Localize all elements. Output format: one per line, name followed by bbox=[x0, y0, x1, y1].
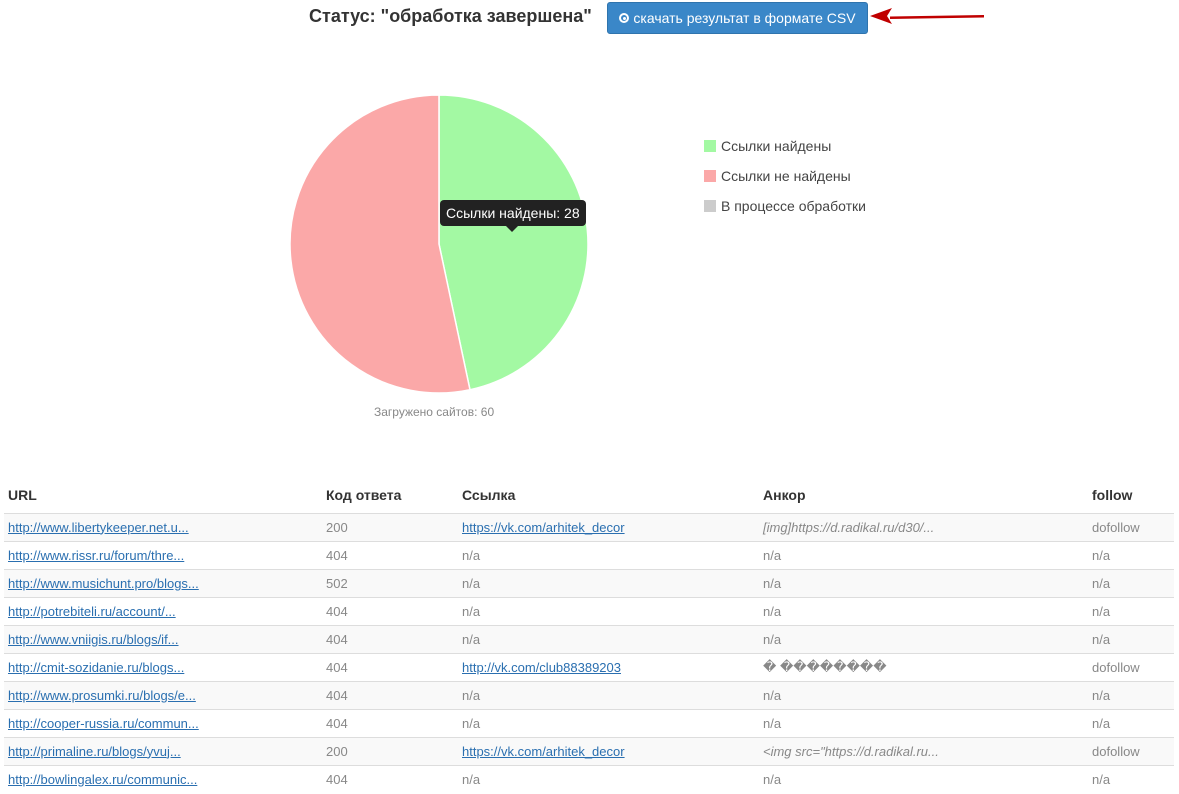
column-header-follow[interactable]: follow bbox=[1088, 478, 1174, 514]
anchor-cell: n/a bbox=[759, 596, 1088, 625]
table-row: http://www.rissr.ru/forum/thre... 404 n/a n… bbox=[4, 540, 1174, 569]
column-header-link[interactable]: Ссылка bbox=[458, 478, 759, 514]
response-code-cell: 404 bbox=[322, 540, 458, 569]
table-row: http://potrebiteli.ru/account/... 404 n/a n… bbox=[4, 596, 1174, 625]
url-link[interactable]: http://www.vniigis.ru/blogs/if... bbox=[8, 632, 179, 647]
anchor-cell: n/a bbox=[759, 764, 1088, 793]
anchor-cell: � �������� bbox=[759, 652, 1088, 681]
response-code-cell: 200 bbox=[322, 736, 458, 765]
legend-swatch bbox=[704, 200, 716, 212]
follow-cell: dofollow bbox=[1088, 652, 1174, 681]
red-arrow-icon bbox=[870, 8, 984, 24]
follow-cell: n/a bbox=[1088, 540, 1174, 569]
follow-cell: dofollow bbox=[1088, 736, 1174, 765]
url-cell: http://potrebiteli.ru/account/... bbox=[4, 596, 322, 625]
backlink-cell: https://vk.com/arhitek_decor bbox=[458, 512, 759, 541]
results-table: URL Код ответа Ссылка Анкор follow http:… bbox=[4, 478, 1174, 793]
backlink-cell: n/a bbox=[458, 568, 759, 597]
follow-cell: n/a bbox=[1088, 680, 1174, 709]
backlink-cell: n/a bbox=[458, 540, 759, 569]
backlink-cell: n/a bbox=[458, 680, 759, 709]
legend-swatch bbox=[704, 140, 716, 152]
download-csv-button[interactable]: скачать результат в формате CSV bbox=[607, 2, 868, 34]
url-cell: http://www.libertykeeper.net.u... bbox=[4, 512, 322, 541]
table-row: http://bowlingalex.ru/communic... 404 n/a n… bbox=[4, 764, 1174, 793]
legend-label: Ссылки найдены bbox=[721, 138, 832, 154]
table-row: http://www.libertykeeper.net.u... 200 http… bbox=[4, 512, 1174, 541]
url-link[interactable]: http://potrebiteli.ru/account/... bbox=[8, 604, 176, 619]
legend-label: В процессе обработки bbox=[721, 198, 866, 214]
chart-legend: Ссылки найдены Ссылки не найдены В процесс… bbox=[704, 131, 866, 221]
follow-cell: dofollow bbox=[1088, 512, 1174, 541]
url-link[interactable]: http://www.prosumki.ru/blogs/e... bbox=[8, 688, 196, 703]
status-title: Статус: "обработка завершена" bbox=[309, 6, 592, 26]
backlink-cell: n/a bbox=[458, 624, 759, 653]
url-link[interactable]: http://www.libertykeeper.net.u... bbox=[8, 520, 189, 535]
column-header-anchor[interactable]: Анкор bbox=[759, 478, 1088, 514]
column-header-code[interactable]: Код ответа bbox=[322, 478, 458, 514]
response-code-cell: 404 bbox=[322, 708, 458, 737]
url-cell: http://primaline.ru/blogs/yvuj... bbox=[4, 736, 322, 765]
response-code-cell: 404 bbox=[322, 652, 458, 681]
anchor-cell: n/a bbox=[759, 540, 1088, 569]
url-link[interactable]: http://www.musichunt.pro/blogs... bbox=[8, 576, 199, 591]
legend-item[interactable]: В процессе обработки bbox=[704, 191, 866, 221]
url-link[interactable]: http://primaline.ru/blogs/yvuj... bbox=[8, 744, 181, 759]
follow-cell: n/a bbox=[1088, 568, 1174, 597]
table-header-row: URL Код ответа Ссылка Анкор follow bbox=[4, 478, 1174, 514]
backlink-cell: n/a bbox=[458, 764, 759, 793]
table-row: http://cmit-sozidanie.ru/blogs... 404 http… bbox=[4, 652, 1174, 681]
follow-cell: n/a bbox=[1088, 708, 1174, 737]
table-row: http://primaline.ru/blogs/yvuj... 200 http… bbox=[4, 736, 1174, 765]
table-row: http://www.vniigis.ru/blogs/if... 404 n/a n… bbox=[4, 624, 1174, 653]
anchor-cell: n/a bbox=[759, 680, 1088, 709]
follow-cell: n/a bbox=[1088, 624, 1174, 653]
response-code-cell: 404 bbox=[322, 680, 458, 709]
pie-tooltip: Ссылки найдены: 28 bbox=[440, 200, 586, 232]
anchor-cell: n/a bbox=[759, 624, 1088, 653]
url-link[interactable]: http://cooper-russia.ru/commun... bbox=[8, 716, 199, 731]
backlink-cell: http://vk.com/club88389203 bbox=[458, 652, 759, 681]
follow-cell: n/a bbox=[1088, 596, 1174, 625]
response-code-cell: 404 bbox=[322, 624, 458, 653]
backlink-link[interactable]: https://vk.com/arhitek_decor bbox=[462, 520, 625, 535]
backlink-cell: n/a bbox=[458, 596, 759, 625]
url-cell: http://www.rissr.ru/forum/thre... bbox=[4, 540, 322, 569]
pie-slice[interactable] bbox=[438, 94, 589, 391]
url-cell: http://cooper-russia.ru/commun... bbox=[4, 708, 322, 737]
legend-item[interactable]: Ссылки найдены bbox=[704, 131, 866, 161]
pie-chart bbox=[289, 94, 589, 394]
anchor-cell: <img src="https://d.radikal.ru... bbox=[759, 736, 1088, 765]
table-row: http://cooper-russia.ru/commun... 404 n/a n… bbox=[4, 708, 1174, 737]
url-link[interactable]: http://cmit-sozidanie.ru/blogs... bbox=[8, 660, 184, 675]
url-cell: http://www.musichunt.pro/blogs... bbox=[4, 568, 322, 597]
response-code-cell: 502 bbox=[322, 568, 458, 597]
anchor-cell: n/a bbox=[759, 568, 1088, 597]
table-row: http://www.musichunt.pro/blogs... 502 n/a n… bbox=[4, 568, 1174, 597]
follow-cell: n/a bbox=[1088, 764, 1174, 793]
anchor-cell: n/a bbox=[759, 708, 1088, 737]
table-row: http://www.prosumki.ru/blogs/e... 404 n/a n… bbox=[4, 680, 1174, 709]
response-code-cell: 200 bbox=[322, 512, 458, 541]
anchor-cell: [img]https://d.radikal.ru/d30/... bbox=[759, 512, 1088, 541]
backlink-cell: https://vk.com/arhitek_decor bbox=[458, 736, 759, 765]
url-cell: http://bowlingalex.ru/communic... bbox=[4, 764, 322, 793]
legend-swatch bbox=[704, 170, 716, 182]
legend-item[interactable]: Ссылки не найдены bbox=[704, 161, 866, 191]
url-link[interactable]: http://bowlingalex.ru/communic... bbox=[8, 772, 197, 787]
backlink-link[interactable]: https://vk.com/arhitek_decor bbox=[462, 744, 625, 759]
download-circle-icon bbox=[619, 13, 630, 23]
download-csv-label: скачать результат в формате CSV bbox=[633, 10, 856, 26]
backlink-cell: n/a bbox=[458, 708, 759, 737]
response-code-cell: 404 bbox=[322, 764, 458, 793]
column-header-url[interactable]: URL bbox=[4, 478, 322, 514]
url-cell: http://cmit-sozidanie.ru/blogs... bbox=[4, 652, 322, 681]
url-cell: http://www.vniigis.ru/blogs/if... bbox=[4, 624, 322, 653]
url-link[interactable]: http://www.rissr.ru/forum/thre... bbox=[8, 548, 184, 563]
loaded-sites-caption: Загружено сайтов: 60 bbox=[374, 405, 495, 419]
legend-label: Ссылки не найдены bbox=[721, 168, 851, 184]
response-code-cell: 404 bbox=[322, 596, 458, 625]
url-cell: http://www.prosumki.ru/blogs/e... bbox=[4, 680, 322, 709]
backlink-link[interactable]: http://vk.com/club88389203 bbox=[462, 660, 621, 675]
